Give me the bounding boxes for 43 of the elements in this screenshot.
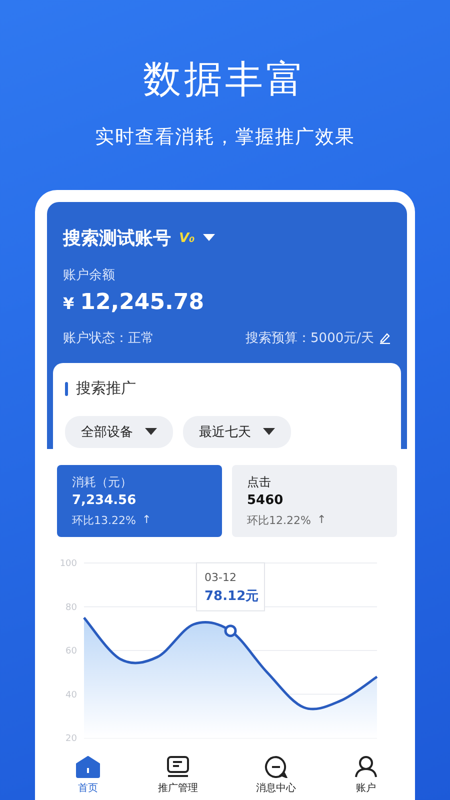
axis-label: 40 — [66, 690, 77, 700]
section-title: 搜索推广 — [76, 379, 136, 398]
tooltip-date: 03-12 — [204, 570, 236, 584]
tab-item[interactable]: 账户 — [346, 750, 386, 800]
metric-change: 环比12.22% — [247, 513, 311, 528]
person-icon — [354, 756, 378, 778]
banner-subtitle: 实时查看消耗，掌握推广效果 — [95, 125, 355, 150]
edit-icon[interactable] — [379, 332, 391, 344]
tooltip-value: 78.12元 — [204, 588, 259, 604]
axis-label: 80 — [66, 602, 77, 613]
banner-title: 数据丰富 — [143, 56, 307, 102]
arrow-icon: ↑ — [142, 513, 152, 528]
level-label: V₀ — [179, 230, 195, 246]
home-icon — [76, 756, 100, 778]
metric-label: 消耗（元） — [72, 474, 133, 491]
budget-text: 搜索预算：5000元/天 — [246, 330, 374, 347]
metric-value: 7,234.56 — [72, 493, 138, 508]
currency-symbol: ¥ — [63, 294, 74, 313]
caret-icon — [145, 428, 157, 436]
caret-icon[interactable] — [202, 234, 215, 242]
filter-dropdown[interactable]: 最近七天 — [183, 416, 291, 448]
tab-item[interactable]: 推广管理 — [150, 750, 206, 800]
balance-amount: 12,245.78 — [80, 290, 204, 315]
metric-change: 环比13.22% — [72, 513, 136, 528]
filter-dropdown[interactable]: 全部设备 — [65, 416, 173, 448]
metric-card[interactable]: 点击 5460 环比12.22% ↑ — [232, 465, 397, 537]
axis-label: 100 — [60, 559, 77, 569]
metric-value: 5460 — [247, 493, 284, 508]
axis-label: 20 — [66, 734, 77, 744]
metric-label: 点击 — [247, 474, 272, 491]
tab-item[interactable]: 消息中心 — [248, 750, 304, 800]
axis-label: 60 — [66, 646, 77, 656]
balance-label: 账户余额 — [63, 267, 116, 284]
tab-item[interactable]: 首页 — [68, 750, 108, 800]
account-status: 账户状态：正常 — [63, 330, 154, 347]
chat-icon — [264, 756, 288, 778]
metric-card[interactable]: 消耗（元） 7,234.56 环比13.22% ↑ — [57, 465, 222, 537]
account-name: 搜索测试账号 — [63, 227, 171, 250]
arrow-icon: ↑ — [316, 513, 326, 528]
accent-bar — [65, 382, 68, 396]
data-point[interactable] — [224, 624, 237, 638]
caret-icon — [263, 428, 275, 436]
board-icon — [166, 756, 190, 778]
